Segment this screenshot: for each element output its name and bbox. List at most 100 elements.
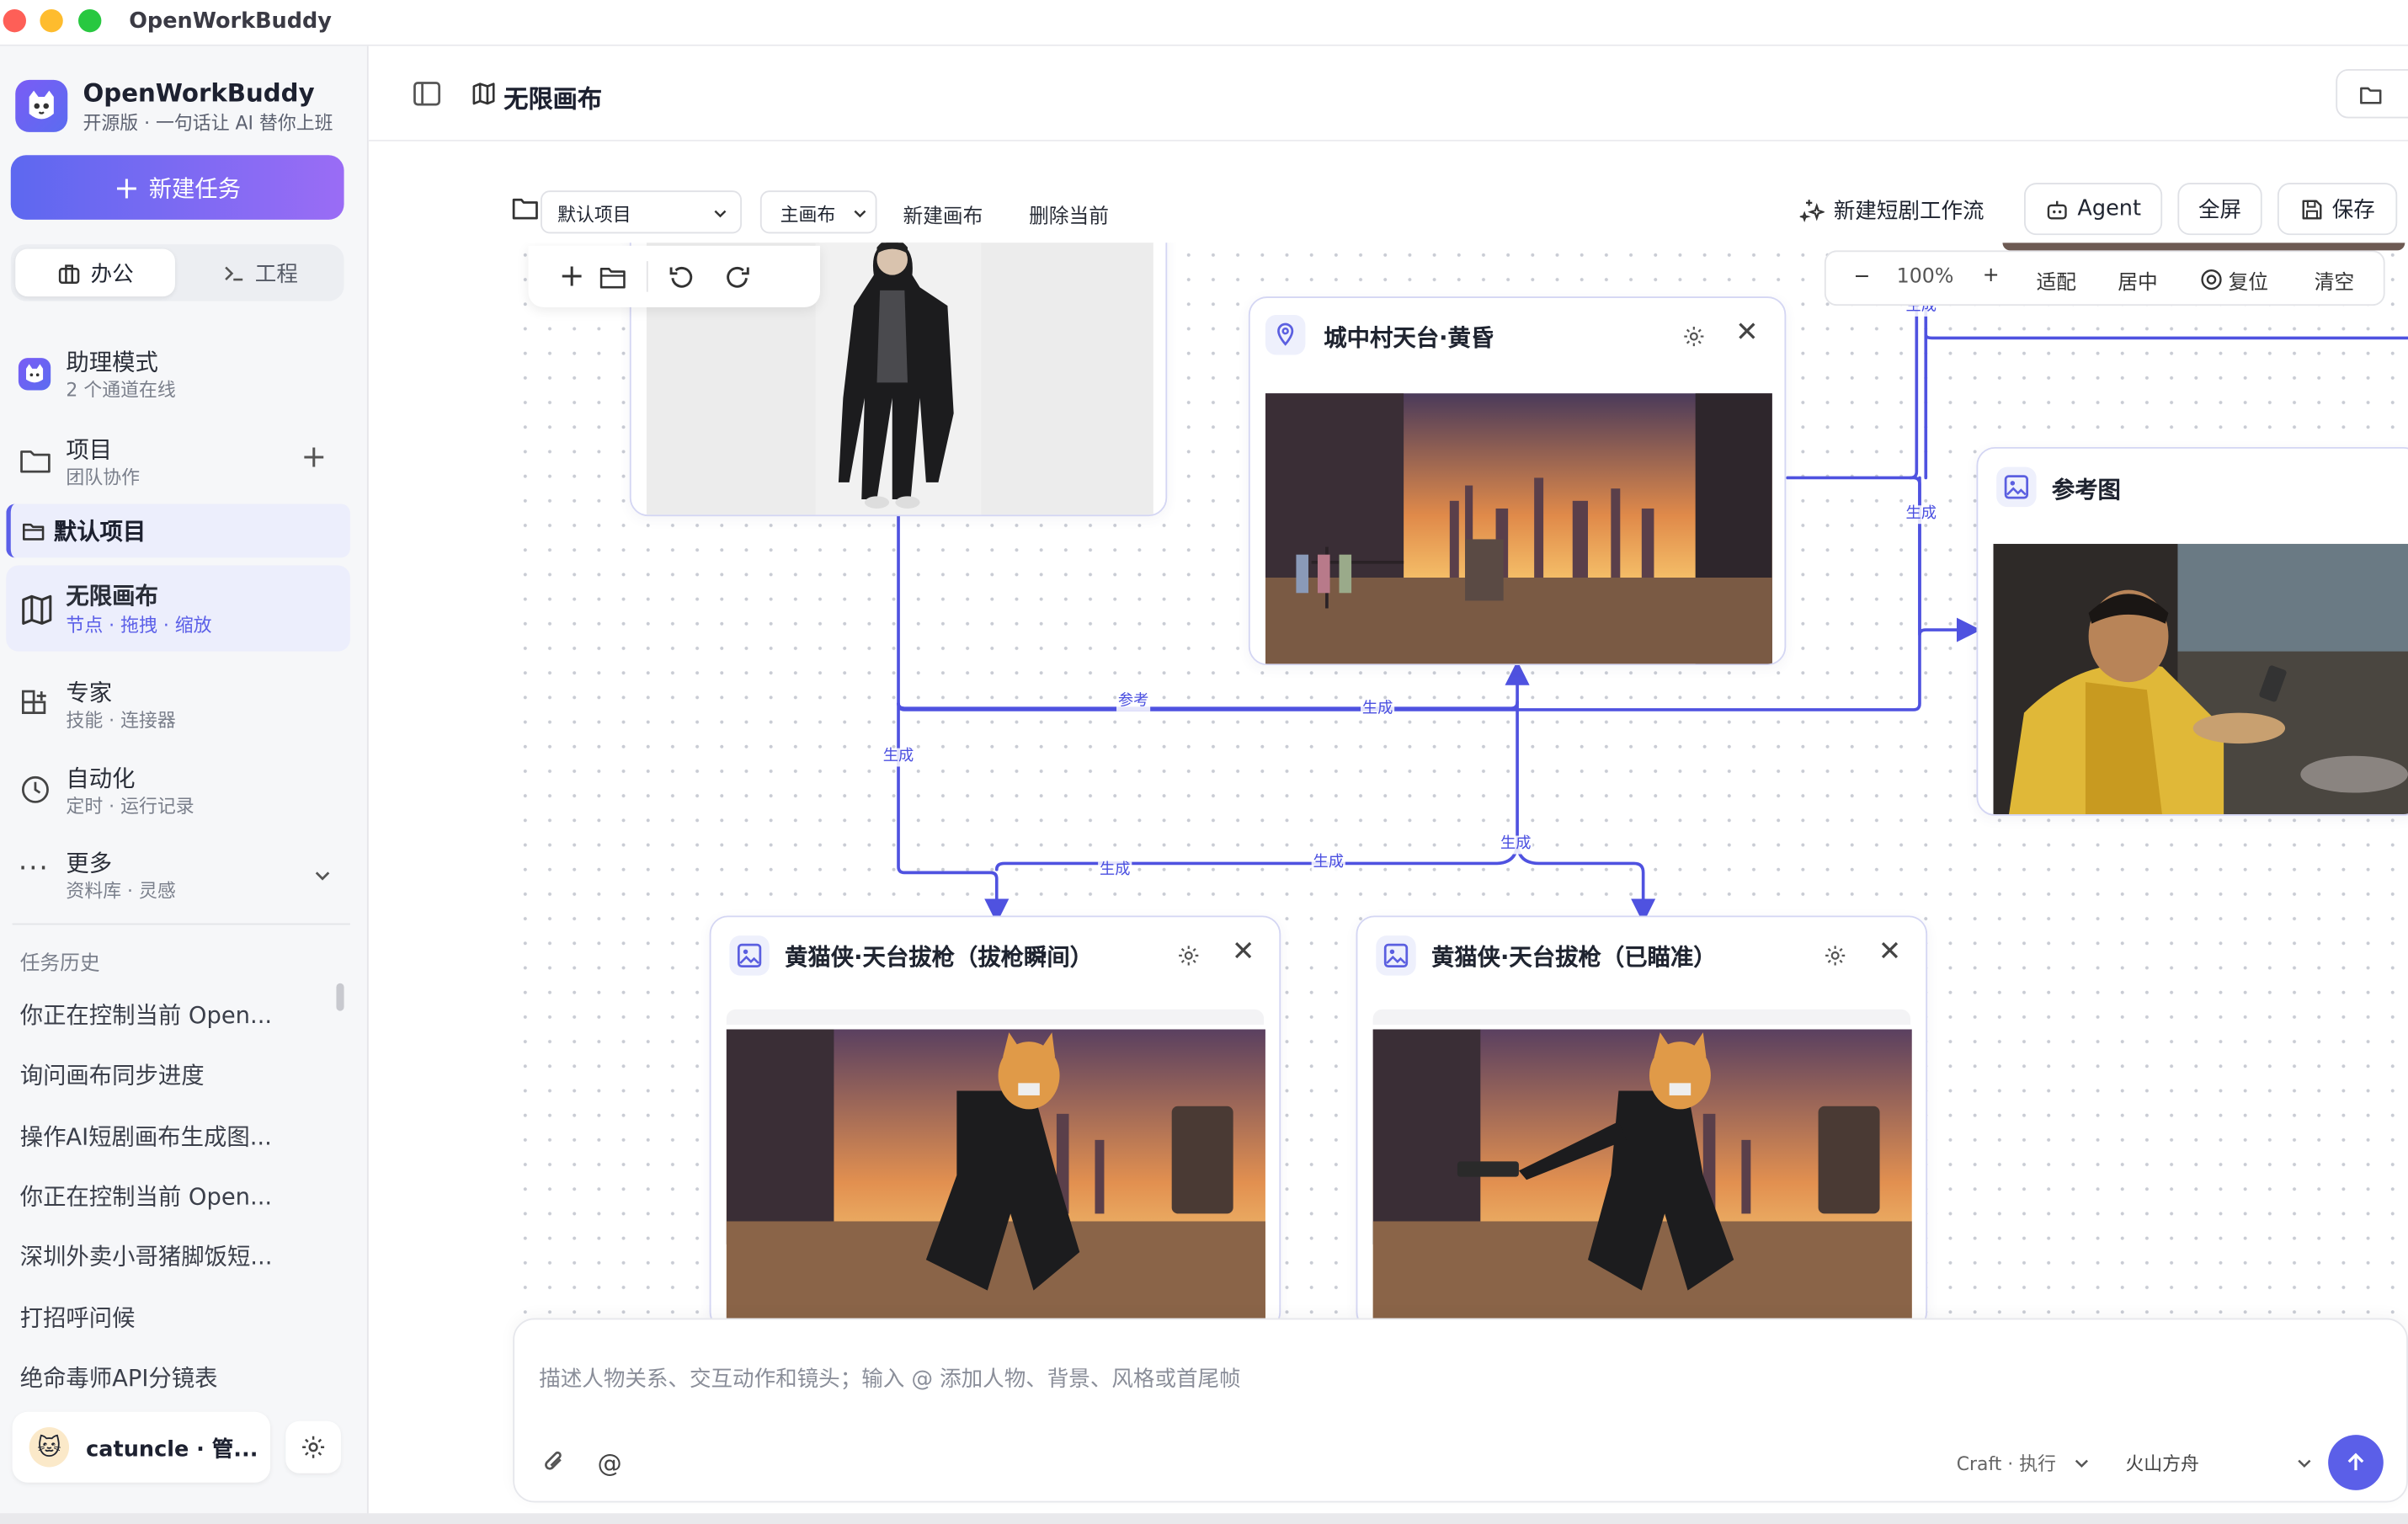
- agent-button[interactable]: Agent: [2024, 183, 2163, 236]
- sidebar-item-sub: 团队协作: [66, 466, 141, 489]
- clear-button[interactable]: 清空: [2315, 266, 2354, 295]
- sidebar-item-title: 助理模式: [66, 349, 158, 377]
- close-icon[interactable]: ✕: [1735, 317, 1759, 349]
- mode-switch: 办公 工程: [10, 244, 344, 301]
- robot-icon: [2047, 200, 2067, 219]
- history-item[interactable]: 询问画布同步进度: [20, 1058, 205, 1090]
- grid-plus-icon: [21, 690, 46, 714]
- gear-icon[interactable]: [1176, 943, 1201, 967]
- close-icon[interactable]: ✕: [1878, 935, 1902, 967]
- tab-office-label: 办公: [90, 262, 134, 287]
- history-item[interactable]: 打招呼问候: [20, 1301, 136, 1333]
- sidebar-item-default-project[interactable]: 默认项目: [6, 504, 350, 558]
- node-title: 参考图: [2051, 476, 2121, 504]
- edge-label-gen: 生成: [1311, 854, 1345, 873]
- tab-engineering[interactable]: 工程: [179, 249, 339, 297]
- tab-office[interactable]: 办公: [15, 248, 175, 297]
- tab-engineering-label: 工程: [254, 262, 298, 287]
- save-label: 保存: [2331, 198, 2375, 223]
- center-button[interactable]: 居中: [2118, 266, 2157, 295]
- infinite-canvas[interactable]: 参考 生成 生成 生成 生成 生成 生成 生成 + − 100% + 适配 居中…: [513, 242, 2408, 1319]
- shot-node-aiming[interactable]: 黄猫侠·天台拔枪（已瞄准） ✕: [1356, 915, 1928, 1319]
- chevron-down-icon: [2075, 1459, 2088, 1468]
- folder-open-icon: [22, 523, 45, 541]
- reset-button[interactable]: 复位: [2229, 266, 2268, 295]
- user-card[interactable]: 🐱 catuncle · 管...: [12, 1411, 271, 1483]
- map-icon: [22, 594, 52, 625]
- reference-node[interactable]: 参考图: [1976, 446, 2408, 816]
- canvas-select[interactable]: 主画布: [759, 190, 877, 234]
- paperclip-icon[interactable]: [541, 1449, 568, 1477]
- sidebar-item-title: 项目: [66, 436, 113, 465]
- fit-button[interactable]: 适配: [2037, 266, 2076, 295]
- brand-tagline: 开源版 · 一句话让 AI 替你上班: [83, 112, 333, 134]
- mention-icon[interactable]: @: [598, 1449, 622, 1479]
- zoom-out-button[interactable]: −: [1854, 266, 1871, 289]
- scrollbar-thumb[interactable]: [336, 983, 344, 1011]
- arrow-up-icon: [2347, 1452, 2364, 1471]
- main-header: 无限画布: [368, 45, 2408, 141]
- new-task-label: 新建任务: [148, 174, 242, 202]
- zoom-level: 100%: [1896, 265, 1954, 290]
- minimize-window-button[interactable]: [40, 8, 63, 33]
- edge-label-gen: 生成: [1361, 701, 1395, 719]
- close-window-button[interactable]: [3, 8, 27, 33]
- zoom-window-button[interactable]: [78, 8, 102, 33]
- zoom-in-button[interactable]: +: [1983, 264, 2000, 287]
- fullscreen-button[interactable]: 全屏: [2177, 183, 2262, 236]
- shot-image: [1372, 1029, 1912, 1319]
- sidebar-item-infinite-canvas[interactable]: 无限画布 节点 · 拖拽 · 缩放: [6, 565, 350, 652]
- close-icon[interactable]: ✕: [1232, 935, 1255, 967]
- gear-icon[interactable]: [1823, 943, 1847, 967]
- prompt-input[interactable]: 描述人物关系、交互动作和镜头；输入 @ 添加人物、背景、风格或首尾帧: [539, 1362, 1921, 1393]
- history-item[interactable]: 操作AI短剧画布生成图...: [20, 1120, 272, 1152]
- brand-name: OpenWorkBuddy: [83, 78, 315, 108]
- edge-label-gen: 生成: [1098, 861, 1132, 881]
- folder-button[interactable]: [2336, 69, 2408, 119]
- history-item[interactable]: 深圳外卖小哥猪脚饭短...: [20, 1239, 273, 1271]
- sidebar-item-more[interactable]: ··· 更多 资料库 · 灵感: [6, 836, 350, 913]
- redo-icon[interactable]: [723, 264, 751, 292]
- sidebar-item-automation[interactable]: 自动化 定时 · 运行记录: [6, 751, 350, 828]
- sidebar-item-experts[interactable]: 专家 技能 · 连接器: [6, 665, 350, 742]
- sidebar-item-title: 无限画布: [66, 582, 158, 610]
- sidebar-item-title: 专家: [66, 679, 113, 707]
- history-item[interactable]: 你正在控制当前 Open...: [20, 999, 272, 1031]
- new-canvas-button[interactable]: 新建画布: [903, 200, 983, 228]
- sidebar-toggle-icon[interactable]: [413, 82, 441, 106]
- terminal-icon: [225, 265, 243, 280]
- delete-canvas-button[interactable]: 删除当前: [1029, 200, 1109, 228]
- sidebar: OpenWorkBuddy 开源版 · 一句话让 AI 替你上班 + 新建任务 …: [0, 45, 369, 1524]
- undo-icon[interactable]: [668, 264, 695, 292]
- image-icon: [1376, 935, 1416, 976]
- shot-node-draw-moment[interactable]: 黄猫侠·天台拔枪（拔枪瞬间） ✕: [709, 915, 1281, 1319]
- save-button[interactable]: 保存: [2277, 183, 2398, 236]
- history-item[interactable]: 你正在控制当前 Open...: [20, 1180, 272, 1212]
- add-node-icon[interactable]: +: [559, 259, 585, 290]
- folder-open-icon[interactable]: [599, 266, 626, 290]
- sidebar-item-sub: 技能 · 连接器: [66, 709, 176, 732]
- settings-button[interactable]: [285, 1420, 341, 1473]
- sidebar-item-projects[interactable]: 项目 团队协作 +: [6, 423, 350, 499]
- more-dots-icon: ···: [18, 852, 50, 885]
- divider: [646, 261, 648, 292]
- bottom-bar: [0, 1513, 2408, 1524]
- gear-icon[interactable]: [1681, 324, 1706, 349]
- window-title: OpenWorkBuddy: [129, 8, 332, 35]
- add-project-icon[interactable]: +: [301, 438, 328, 475]
- new-task-button[interactable]: + 新建任务: [10, 155, 344, 220]
- fullscreen-label: 全屏: [2198, 198, 2242, 223]
- model-select[interactable]: 火山方舟: [2125, 1450, 2199, 1476]
- sidebar-item-title: 自动化: [66, 765, 136, 793]
- history-item[interactable]: 绝命毒师API分镜表: [20, 1361, 218, 1393]
- send-button[interactable]: [2328, 1435, 2384, 1490]
- new-workflow-button[interactable]: 新建短剧工作流: [1799, 195, 1984, 226]
- clock-icon: [21, 775, 49, 803]
- offscreen-node-edge: [2002, 242, 2405, 251]
- sidebar-item-sub: 节点 · 拖拽 · 缩放: [66, 614, 212, 637]
- project-select[interactable]: 默认项目: [541, 190, 742, 234]
- user-name: catuncle · 管...: [86, 1437, 258, 1463]
- sidebar-item-assistant[interactable]: 助理模式 2 个通道在线: [6, 335, 350, 412]
- location-node[interactable]: 城中村天台·黄昏 ✕: [1248, 296, 1787, 666]
- mode-select[interactable]: Craft · 执行: [1957, 1450, 2056, 1476]
